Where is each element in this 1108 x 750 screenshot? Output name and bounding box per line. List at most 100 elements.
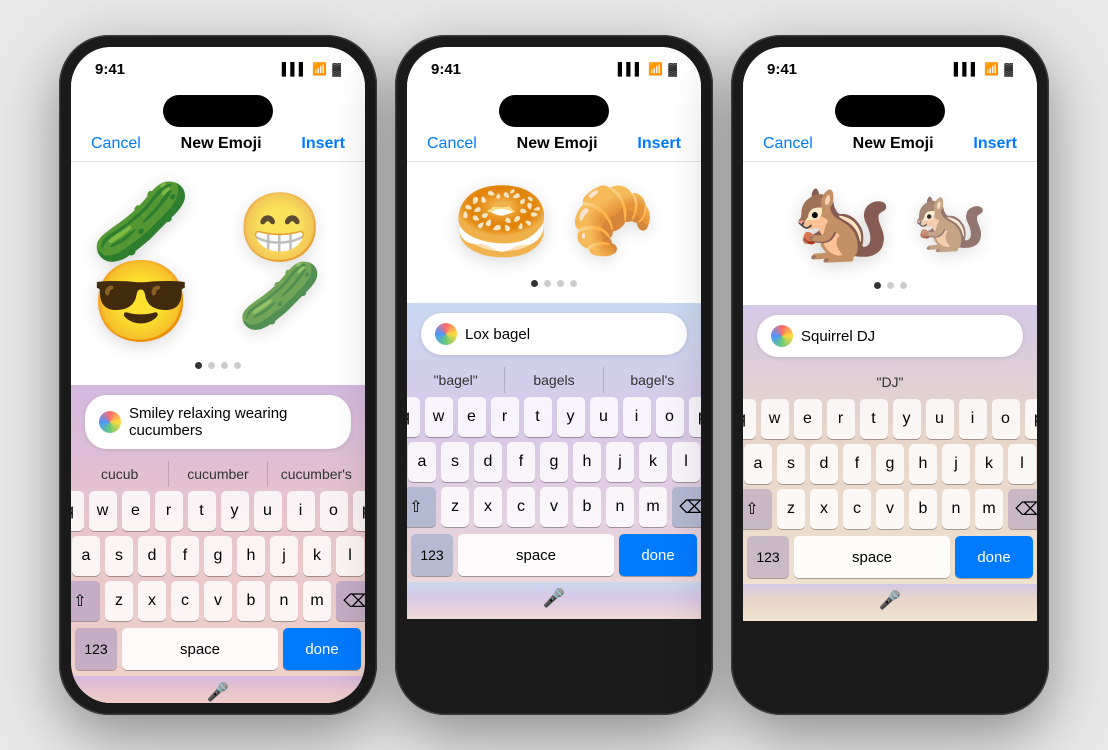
key-o-3[interactable]: o xyxy=(992,399,1020,439)
key-x-2[interactable]: x xyxy=(474,487,502,527)
key-v-2[interactable]: v xyxy=(540,487,568,527)
key-v-3[interactable]: v xyxy=(876,489,904,529)
key-u-3[interactable]: u xyxy=(926,399,954,439)
prompt-input-3[interactable]: Squirrel DJ xyxy=(757,315,1023,357)
key-w-2[interactable]: w xyxy=(425,397,453,437)
autocomplete-3-1[interactable]: "DJ" xyxy=(743,369,1037,395)
key-p-3[interactable]: p xyxy=(1025,399,1038,439)
autocomplete-2-1[interactable]: "bagel" xyxy=(407,367,505,393)
key-b-3[interactable]: b xyxy=(909,489,937,529)
key-h-2[interactable]: h xyxy=(573,442,601,482)
key-space-3[interactable]: space xyxy=(794,536,950,578)
key-s-3[interactable]: s xyxy=(777,444,805,484)
key-a[interactable]: a xyxy=(72,536,100,576)
key-q[interactable]: q xyxy=(71,491,84,531)
key-x[interactable]: x xyxy=(138,581,166,621)
key-t[interactable]: t xyxy=(188,491,216,531)
prompt-input-2[interactable]: Lox bagel xyxy=(421,313,687,355)
key-o-2[interactable]: o xyxy=(656,397,684,437)
key-b[interactable]: b xyxy=(237,581,265,621)
key-t-2[interactable]: t xyxy=(524,397,552,437)
key-delete[interactable]: ⌫ xyxy=(336,581,365,621)
key-123-2[interactable]: 123 xyxy=(411,534,453,576)
key-h[interactable]: h xyxy=(237,536,265,576)
key-l-2[interactable]: l xyxy=(672,442,700,482)
key-r-3[interactable]: r xyxy=(827,399,855,439)
key-c[interactable]: c xyxy=(171,581,199,621)
key-j-3[interactable]: j xyxy=(942,444,970,484)
key-123-1[interactable]: 123 xyxy=(75,628,117,670)
autocomplete-1-3[interactable]: cucumber's xyxy=(268,461,365,487)
autocomplete-2-3[interactable]: bagel's xyxy=(604,367,701,393)
insert-button-3[interactable]: Insert xyxy=(973,135,1017,153)
key-t-3[interactable]: t xyxy=(860,399,888,439)
key-z[interactable]: z xyxy=(105,581,133,621)
key-g[interactable]: g xyxy=(204,536,232,576)
key-c-3[interactable]: c xyxy=(843,489,871,529)
key-b-2[interactable]: b xyxy=(573,487,601,527)
key-done-1[interactable]: done xyxy=(283,628,361,670)
insert-button-2[interactable]: Insert xyxy=(637,135,681,153)
autocomplete-2-2[interactable]: bagels xyxy=(505,367,603,393)
key-c-2[interactable]: c xyxy=(507,487,535,527)
key-123-3[interactable]: 123 xyxy=(747,536,789,578)
key-i-3[interactable]: i xyxy=(959,399,987,439)
key-shift[interactable]: ⇧ xyxy=(71,581,100,621)
key-x-3[interactable]: x xyxy=(810,489,838,529)
cancel-button-3[interactable]: Cancel xyxy=(763,135,813,153)
key-i[interactable]: i xyxy=(287,491,315,531)
key-h-3[interactable]: h xyxy=(909,444,937,484)
key-m[interactable]: m xyxy=(303,581,331,621)
key-n[interactable]: n xyxy=(270,581,298,621)
key-w[interactable]: w xyxy=(89,491,117,531)
key-j-2[interactable]: j xyxy=(606,442,634,482)
key-v[interactable]: v xyxy=(204,581,232,621)
key-s[interactable]: s xyxy=(105,536,133,576)
key-d-3[interactable]: d xyxy=(810,444,838,484)
key-q-2[interactable]: q xyxy=(407,397,420,437)
key-y-2[interactable]: y xyxy=(557,397,585,437)
key-n-3[interactable]: n xyxy=(942,489,970,529)
key-a-3[interactable]: a xyxy=(744,444,772,484)
key-w-3[interactable]: w xyxy=(761,399,789,439)
key-g-3[interactable]: g xyxy=(876,444,904,484)
key-n-2[interactable]: n xyxy=(606,487,634,527)
autocomplete-1-1[interactable]: cucub xyxy=(71,461,169,487)
key-j[interactable]: j xyxy=(270,536,298,576)
key-d-2[interactable]: d xyxy=(474,442,502,482)
key-shift-3[interactable]: ⇧ xyxy=(743,489,772,529)
key-p[interactable]: p xyxy=(353,491,366,531)
key-l-3[interactable]: l xyxy=(1008,444,1036,484)
prompt-input-1[interactable]: Smiley relaxing wearing cucumbers xyxy=(85,395,351,449)
key-f-2[interactable]: f xyxy=(507,442,535,482)
key-delete-2[interactable]: ⌫ xyxy=(672,487,701,527)
key-e-3[interactable]: e xyxy=(794,399,822,439)
key-y[interactable]: y xyxy=(221,491,249,531)
key-u-2[interactable]: u xyxy=(590,397,618,437)
key-r-2[interactable]: r xyxy=(491,397,519,437)
key-f[interactable]: f xyxy=(171,536,199,576)
key-o[interactable]: o xyxy=(320,491,348,531)
key-z-2[interactable]: z xyxy=(441,487,469,527)
key-i-2[interactable]: i xyxy=(623,397,651,437)
key-e[interactable]: e xyxy=(122,491,150,531)
key-y-3[interactable]: y xyxy=(893,399,921,439)
key-p-2[interactable]: p xyxy=(689,397,702,437)
key-e-2[interactable]: e xyxy=(458,397,486,437)
key-space-1[interactable]: space xyxy=(122,628,278,670)
key-u[interactable]: u xyxy=(254,491,282,531)
key-z-3[interactable]: z xyxy=(777,489,805,529)
key-space-2[interactable]: space xyxy=(458,534,614,576)
key-q-3[interactable]: q xyxy=(743,399,756,439)
autocomplete-1-2[interactable]: cucumber xyxy=(169,461,267,487)
key-l[interactable]: l xyxy=(336,536,364,576)
key-k-3[interactable]: k xyxy=(975,444,1003,484)
key-k-2[interactable]: k xyxy=(639,442,667,482)
key-m-3[interactable]: m xyxy=(975,489,1003,529)
key-a-2[interactable]: a xyxy=(408,442,436,482)
key-done-3[interactable]: done xyxy=(955,536,1033,578)
key-g-2[interactable]: g xyxy=(540,442,568,482)
cancel-button-1[interactable]: Cancel xyxy=(91,135,141,153)
key-k[interactable]: k xyxy=(303,536,331,576)
key-f-3[interactable]: f xyxy=(843,444,871,484)
